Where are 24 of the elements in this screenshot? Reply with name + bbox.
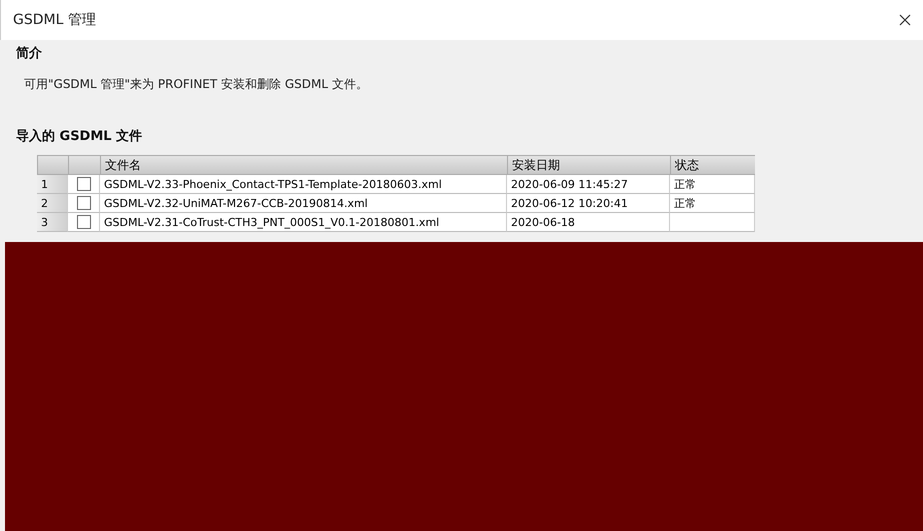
row-number: 3	[37, 213, 68, 232]
checkbox[interactable]	[76, 215, 90, 229]
close-icon	[899, 14, 911, 26]
column-header[interactable]: 状态	[670, 155, 755, 175]
header-cell	[37, 155, 68, 175]
checkbox[interactable]	[76, 177, 90, 191]
window-title: GSDML 管理	[13, 11, 96, 29]
date-cell: 2020-06-12 10:20:41	[507, 194, 670, 213]
section-heading: 简介	[16, 45, 43, 62]
row-number: 2	[37, 194, 68, 213]
date-cell: 2020-06-09 11:45:27	[507, 175, 670, 194]
date-cell: 2020-06-18	[507, 213, 670, 232]
status-cell: 正常	[670, 175, 755, 194]
section-heading: 导入的 GSDML 文件	[16, 128, 144, 145]
intro-text: 可用"GSDML 管理"来为 PROFINET 安装和删除 GSDML 文件。	[24, 76, 369, 93]
checkbox[interactable]	[76, 196, 90, 210]
column-header[interactable]: 文件名	[100, 155, 507, 175]
file-name-cell: GSDML-V2.32-UniMAT-M267-CCB-20190814.xml	[100, 194, 507, 213]
column-header[interactable]: 安装日期	[507, 155, 670, 175]
file-name-cell: GSDML-V2.31-CoTrust-CTH3_PNT_000S1_V0.1-20180801.xml	[100, 213, 507, 232]
row-number: 1	[37, 175, 68, 194]
header-cell	[68, 155, 100, 175]
file-name-cell: GSDML-V2.33-Phoenix_Contact-TPS1-Template-20180603.xml	[100, 175, 507, 194]
status-cell: 正常	[670, 194, 755, 213]
